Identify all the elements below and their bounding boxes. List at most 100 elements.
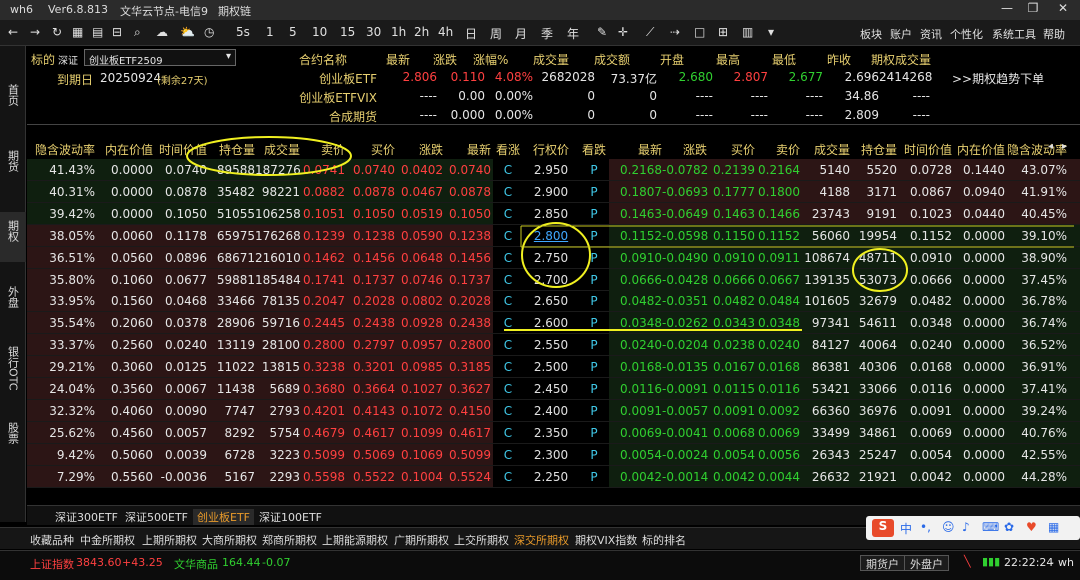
strike-price[interactable]: 2.300 (529, 448, 573, 462)
menu-account[interactable]: 账户 (890, 26, 912, 42)
strike-price[interactable]: 2.800 (529, 229, 573, 243)
column-header[interactable]: 买价 (345, 141, 395, 158)
tab-cffex-options[interactable]: 中金所期权 (80, 532, 135, 548)
strike-price[interactable]: 2.700 (529, 273, 573, 287)
strike-price[interactable]: 2.850 (529, 207, 573, 221)
table-row[interactable]: 36.51% 0.0560 0.0896 68671 216010 0.1462 0.145… (27, 246, 1080, 269)
period-10[interactable]: 10 (312, 25, 327, 39)
table-row[interactable]: 33.95% 0.1560 0.0468 33466 78135 0.2047 0.2028… (27, 290, 1080, 313)
microphone-icon[interactable]: ♪ (962, 520, 970, 534)
menu-sector[interactable]: 板块 (860, 26, 882, 42)
cloud-icon[interactable]: ☁ (156, 25, 168, 39)
forward-icon[interactable]: → (30, 25, 40, 39)
column-header[interactable]: 隐含波动率 (1005, 141, 1067, 158)
period-30[interactable]: 30 (366, 25, 381, 39)
dropdown-icon[interactable]: ▾ (768, 25, 774, 39)
table-row[interactable]: 39.42% 0.0000 0.1050 51055 106258 0.1051 0.105… (27, 202, 1080, 225)
zoom-icon[interactable]: ⊞ (718, 25, 728, 39)
period-1h[interactable]: 1h (391, 25, 406, 39)
grid-menu-icon[interactable]: ▦ (1048, 520, 1059, 534)
column-header[interactable]: 持仓量 (207, 141, 255, 158)
table-row[interactable]: 25.62% 0.4560 0.0057 8292 5754 0.4679 0.4617 0.… (27, 421, 1080, 444)
period-5[interactable]: 5 (289, 25, 297, 39)
filter-icon[interactable]: ⊟ (112, 25, 122, 39)
back-icon[interactable]: ← (8, 25, 18, 39)
column-header[interactable]: 内在价值 (95, 141, 153, 158)
grid-icon[interactable]: ▦ (72, 25, 83, 39)
table-row[interactable]: 35.80% 0.1060 0.0677 59881 185484 0.1741 0.173… (27, 268, 1080, 291)
strike-price[interactable]: 2.550 (529, 338, 573, 352)
period-2h[interactable]: 2h (414, 25, 429, 39)
strike-price[interactable]: 2.350 (529, 426, 573, 440)
toolbox-icon[interactable]: ♥ (1026, 520, 1037, 534)
sidebar-item-stocks[interactable]: 股票 (0, 418, 26, 458)
tab-sse-options[interactable]: 上交所期权 (454, 532, 509, 548)
tab-sz100etf[interactable]: 深证100ETF (259, 509, 322, 525)
scroll-right-icon[interactable]: ▸ (1062, 141, 1067, 152)
period-month[interactable]: 月 (515, 25, 527, 42)
column-header[interactable]: 看涨 (493, 141, 523, 158)
refresh-icon[interactable]: ↻ (52, 25, 62, 39)
column-header[interactable]: 买价 (707, 141, 755, 158)
cloud-down-icon[interactable]: ⛅ (180, 25, 195, 39)
period-week[interactable]: 周 (490, 25, 502, 42)
search-icon[interactable]: ⌕ (134, 25, 141, 40)
column-header[interactable]: 时间价值 (897, 141, 952, 158)
menu-system-tools[interactable]: 系统工具 (992, 26, 1036, 42)
strike-price[interactable]: 2.400 (529, 404, 573, 418)
column-header[interactable]: 时间价值 (153, 141, 207, 158)
tab-szse-options[interactable]: 深交所期权 (514, 532, 569, 548)
period-quarter[interactable]: 季 (541, 25, 553, 42)
column-header[interactable]: 涨跌 (395, 141, 443, 158)
tab-gfex-options[interactable]: 广期所期权 (394, 532, 449, 548)
strike-price[interactable]: 2.750 (529, 251, 573, 265)
sogou-logo-icon[interactable]: S (872, 519, 894, 537)
cross-icon[interactable]: ✛ (618, 25, 628, 39)
menu-news[interactable]: 资讯 (920, 26, 942, 42)
column-header[interactable]: 涨跌 (662, 141, 707, 158)
menu-personalize[interactable]: 个性化 (950, 26, 983, 42)
period-day[interactable]: 日 (465, 25, 477, 42)
period-4h[interactable]: 4h (438, 25, 453, 39)
table-row[interactable]: 32.32% 0.4060 0.0090 7747 2793 0.4201 0.4143 0.… (27, 399, 1080, 422)
period-15[interactable]: 15 (340, 25, 355, 39)
skin-icon[interactable]: ✿ (1004, 520, 1014, 534)
period-1[interactable]: 1 (266, 25, 274, 39)
ime-punct-toggle[interactable]: •, (920, 520, 931, 534)
tab-sz300etf[interactable]: 深证300ETF (55, 509, 118, 525)
sidebar-item-foreign[interactable]: 外盘 (0, 282, 26, 322)
layout-icon[interactable]: ▥ (742, 25, 753, 39)
tab-option-vix[interactable]: 期权VIX指数 (575, 532, 637, 548)
strike-price[interactable]: 2.450 (529, 382, 573, 396)
clock-icon[interactable]: ◷ (204, 25, 214, 39)
table-row[interactable]: 41.43% 0.0000 0.0740 89588 187276 0.0741 0.074… (27, 159, 1080, 181)
tab-czce-options[interactable]: 郑商所期权 (262, 532, 317, 548)
sidebar-item-futures[interactable]: 期货 (0, 146, 26, 186)
sidebar-item-options[interactable]: 期权 (0, 212, 26, 262)
column-header[interactable]: 成交量 (800, 141, 850, 158)
scroll-left-icon[interactable]: ◂ (1048, 141, 1053, 152)
column-header[interactable]: 最新 (602, 141, 662, 158)
period-year[interactable]: 年 (567, 25, 579, 42)
cursor-icon[interactable]: ⇢ (670, 25, 680, 39)
tab-favorites[interactable]: 收藏品种 (30, 532, 74, 548)
column-header[interactable]: 隐含波动率 (27, 141, 95, 158)
column-header[interactable]: 最新 (443, 141, 491, 158)
strike-price[interactable]: 2.950 (529, 163, 573, 177)
table-row[interactable]: 9.42% 0.5060 0.0039 6728 3223 0.5099 0.5069 0.1… (27, 443, 1080, 466)
emoji-icon[interactable]: ☺ (942, 520, 955, 534)
column-header[interactable]: 内在价值 (952, 141, 1005, 158)
foreign-account-button[interactable]: 外盘户 (904, 555, 949, 571)
strike-price[interactable]: 2.900 (529, 185, 573, 199)
chart-icon[interactable]: ▤ (92, 25, 103, 39)
strike-price[interactable]: 2.500 (529, 360, 573, 374)
tab-shfe-options[interactable]: 上期所期权 (142, 532, 197, 548)
period-5s[interactable]: 5s (236, 25, 250, 39)
futures-account-button[interactable]: 期货户 (860, 555, 905, 571)
column-header[interactable]: 成交量 (255, 141, 300, 158)
table-row[interactable]: 35.54% 0.2060 0.0378 28906 59716 0.2445 0.2438… (27, 312, 1080, 335)
option-trend-order-link[interactable]: >>期权趋势下单 (952, 70, 1044, 87)
table-row[interactable]: 7.29% 0.5560 -0.0036 5167 2293 0.5598 0.5522 0.… (27, 465, 1080, 488)
table-row[interactable]: 29.21% 0.3060 0.0125 11022 13815 0.3238 0.3201… (27, 356, 1080, 379)
tab-ine-options[interactable]: 上期能源期权 (322, 532, 388, 548)
